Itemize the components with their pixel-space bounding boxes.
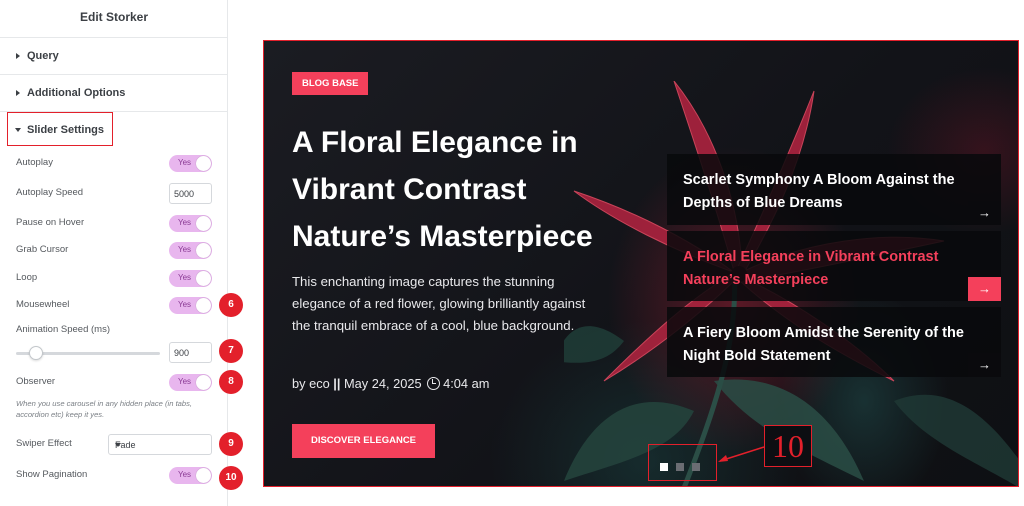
autoplay-speed-input[interactable]: 5000 xyxy=(169,183,212,204)
arrow-right-icon[interactable]: → xyxy=(968,353,1001,377)
toggle-knob xyxy=(196,156,211,171)
toggle-knob xyxy=(196,271,211,286)
mousewheel-toggle[interactable]: Yes xyxy=(169,297,212,314)
mousewheel-label: Mousewheel xyxy=(16,299,70,310)
slide-thumb-card[interactable]: A Fiery Bloom Amidst the Serenity of the… xyxy=(667,307,1001,377)
pagination-dot-active[interactable] xyxy=(660,463,668,471)
slider-preview[interactable]: BLOG BASE A Floral Elegance in Vibrant C… xyxy=(263,40,1019,487)
row-autoplay: Autoplay Yes xyxy=(0,153,228,173)
card-title: A Fiery Bloom Amidst the Serenity of the… xyxy=(683,325,964,364)
pagination-highlight xyxy=(648,444,717,481)
callout-badge: 9 xyxy=(219,432,243,456)
category-tag[interactable]: BLOG BASE xyxy=(292,72,369,95)
section-label: Query xyxy=(27,50,59,62)
animation-speed-input[interactable]: 900 xyxy=(169,342,212,363)
pause-on-hover-toggle[interactable]: Yes xyxy=(169,215,212,232)
observer-hint: When you use carousel in any hidden plac… xyxy=(16,399,193,419)
discover-button[interactable]: DISCOVER ELEGANCE xyxy=(292,424,435,458)
callout-badge: 6 xyxy=(219,293,243,317)
callout-number: 10 xyxy=(764,425,812,467)
chevron-down-icon xyxy=(115,443,121,447)
section-label: Additional Options xyxy=(27,87,126,99)
toggle-knob xyxy=(196,468,211,483)
toggle-text: Yes xyxy=(178,245,192,254)
grab-cursor-toggle[interactable]: Yes xyxy=(169,242,212,259)
caret-right-icon xyxy=(16,90,20,96)
clock-icon xyxy=(427,377,441,390)
toggle-text: Yes xyxy=(178,158,192,167)
toggle-knob xyxy=(196,375,211,390)
toggle-knob xyxy=(196,298,211,313)
arrow-right-icon[interactable]: → xyxy=(968,277,1001,301)
app-root: Edit Storker Query Additional Options Sl… xyxy=(0,0,1024,506)
row-autoplay-speed: Autoplay Speed 5000 xyxy=(0,183,228,204)
toggle-knob xyxy=(196,243,211,258)
toggle-text: Yes xyxy=(178,218,192,227)
toggle-text: Yes xyxy=(178,273,192,282)
pagination-dot[interactable] xyxy=(676,463,684,471)
slide-title[interactable]: A Floral Elegance in Vibrant Contrast Na… xyxy=(292,119,642,260)
swiper-effect-select[interactable]: Fade xyxy=(108,434,212,455)
input-value: 5000 xyxy=(174,189,195,199)
section-additional-options[interactable]: Additional Options xyxy=(0,74,228,111)
show-pagination-toggle[interactable]: Yes xyxy=(169,467,212,484)
slider-handle[interactable] xyxy=(29,346,44,360)
meta-separator: || xyxy=(333,376,341,391)
section-query[interactable]: Query xyxy=(0,37,228,74)
caret-right-icon xyxy=(16,53,20,59)
card-title: Scarlet Symphony A Bloom Against the Dep… xyxy=(683,172,955,211)
callout-badge: 10 xyxy=(219,466,243,490)
row-animation-speed: Animation Speed (ms) xyxy=(0,320,228,340)
meta-time: 4:04 am xyxy=(443,376,490,391)
row-grab-cursor: Grab Cursor Yes xyxy=(0,240,228,260)
slide-thumb-card-active[interactable]: A Floral Elegance in Vibrant Contrast Na… xyxy=(667,231,1001,301)
grab-cursor-label: Grab Cursor xyxy=(16,244,69,255)
toggle-text: Yes xyxy=(178,470,192,479)
meta-date: May 24, 2025 xyxy=(344,376,422,391)
card-title: A Floral Elegance in Vibrant Contrast Na… xyxy=(683,249,939,288)
panel-title: Edit Storker xyxy=(79,10,148,24)
arrow-right-icon[interactable]: → xyxy=(968,201,1001,225)
loop-toggle[interactable]: Yes xyxy=(169,270,212,287)
slide-description: This enchanting image captures the stunn… xyxy=(292,274,586,333)
show-pagination-label: Show Pagination xyxy=(16,469,88,480)
toggle-text: Yes xyxy=(178,300,192,309)
loop-label: Loop xyxy=(16,272,38,283)
callout-badge: 7 xyxy=(219,339,243,363)
observer-label: Observer xyxy=(16,376,56,387)
input-value: 900 xyxy=(174,348,190,358)
callout-badge: 8 xyxy=(219,370,243,394)
observer-toggle[interactable]: Yes xyxy=(169,374,212,391)
post-meta: by eco || May 24, 2025 4:04 am xyxy=(292,375,489,391)
slide-thumb-card[interactable]: Scarlet Symphony A Bloom Against the Dep… xyxy=(667,154,1001,225)
row-show-pagination: Show Pagination Yes xyxy=(0,465,228,485)
autoplay-toggle[interactable]: Yes xyxy=(169,155,212,172)
toggle-text: Yes xyxy=(178,377,192,386)
pagination-dot[interactable] xyxy=(692,463,700,471)
callout-arrow xyxy=(718,446,765,462)
row-pause-on-hover: Pause on Hover Yes xyxy=(0,213,228,233)
autoplay-speed-label: Autoplay Speed xyxy=(16,187,84,198)
swiper-effect-label: Swiper Effect xyxy=(16,438,72,449)
row-loop: Loop Yes xyxy=(0,268,228,288)
animation-speed-label: Animation Speed (ms) xyxy=(16,324,110,335)
row-observer: Observer Yes xyxy=(0,372,228,392)
pause-on-hover-label: Pause on Hover xyxy=(16,217,85,228)
editor-panel: Edit Storker Query Additional Options Sl… xyxy=(0,0,243,506)
row-mousewheel: Mousewheel Yes xyxy=(0,295,228,315)
highlight-box xyxy=(7,112,113,146)
toggle-knob xyxy=(196,216,211,231)
meta-author[interactable]: by eco xyxy=(292,376,330,391)
autoplay-label: Autoplay xyxy=(16,157,53,168)
